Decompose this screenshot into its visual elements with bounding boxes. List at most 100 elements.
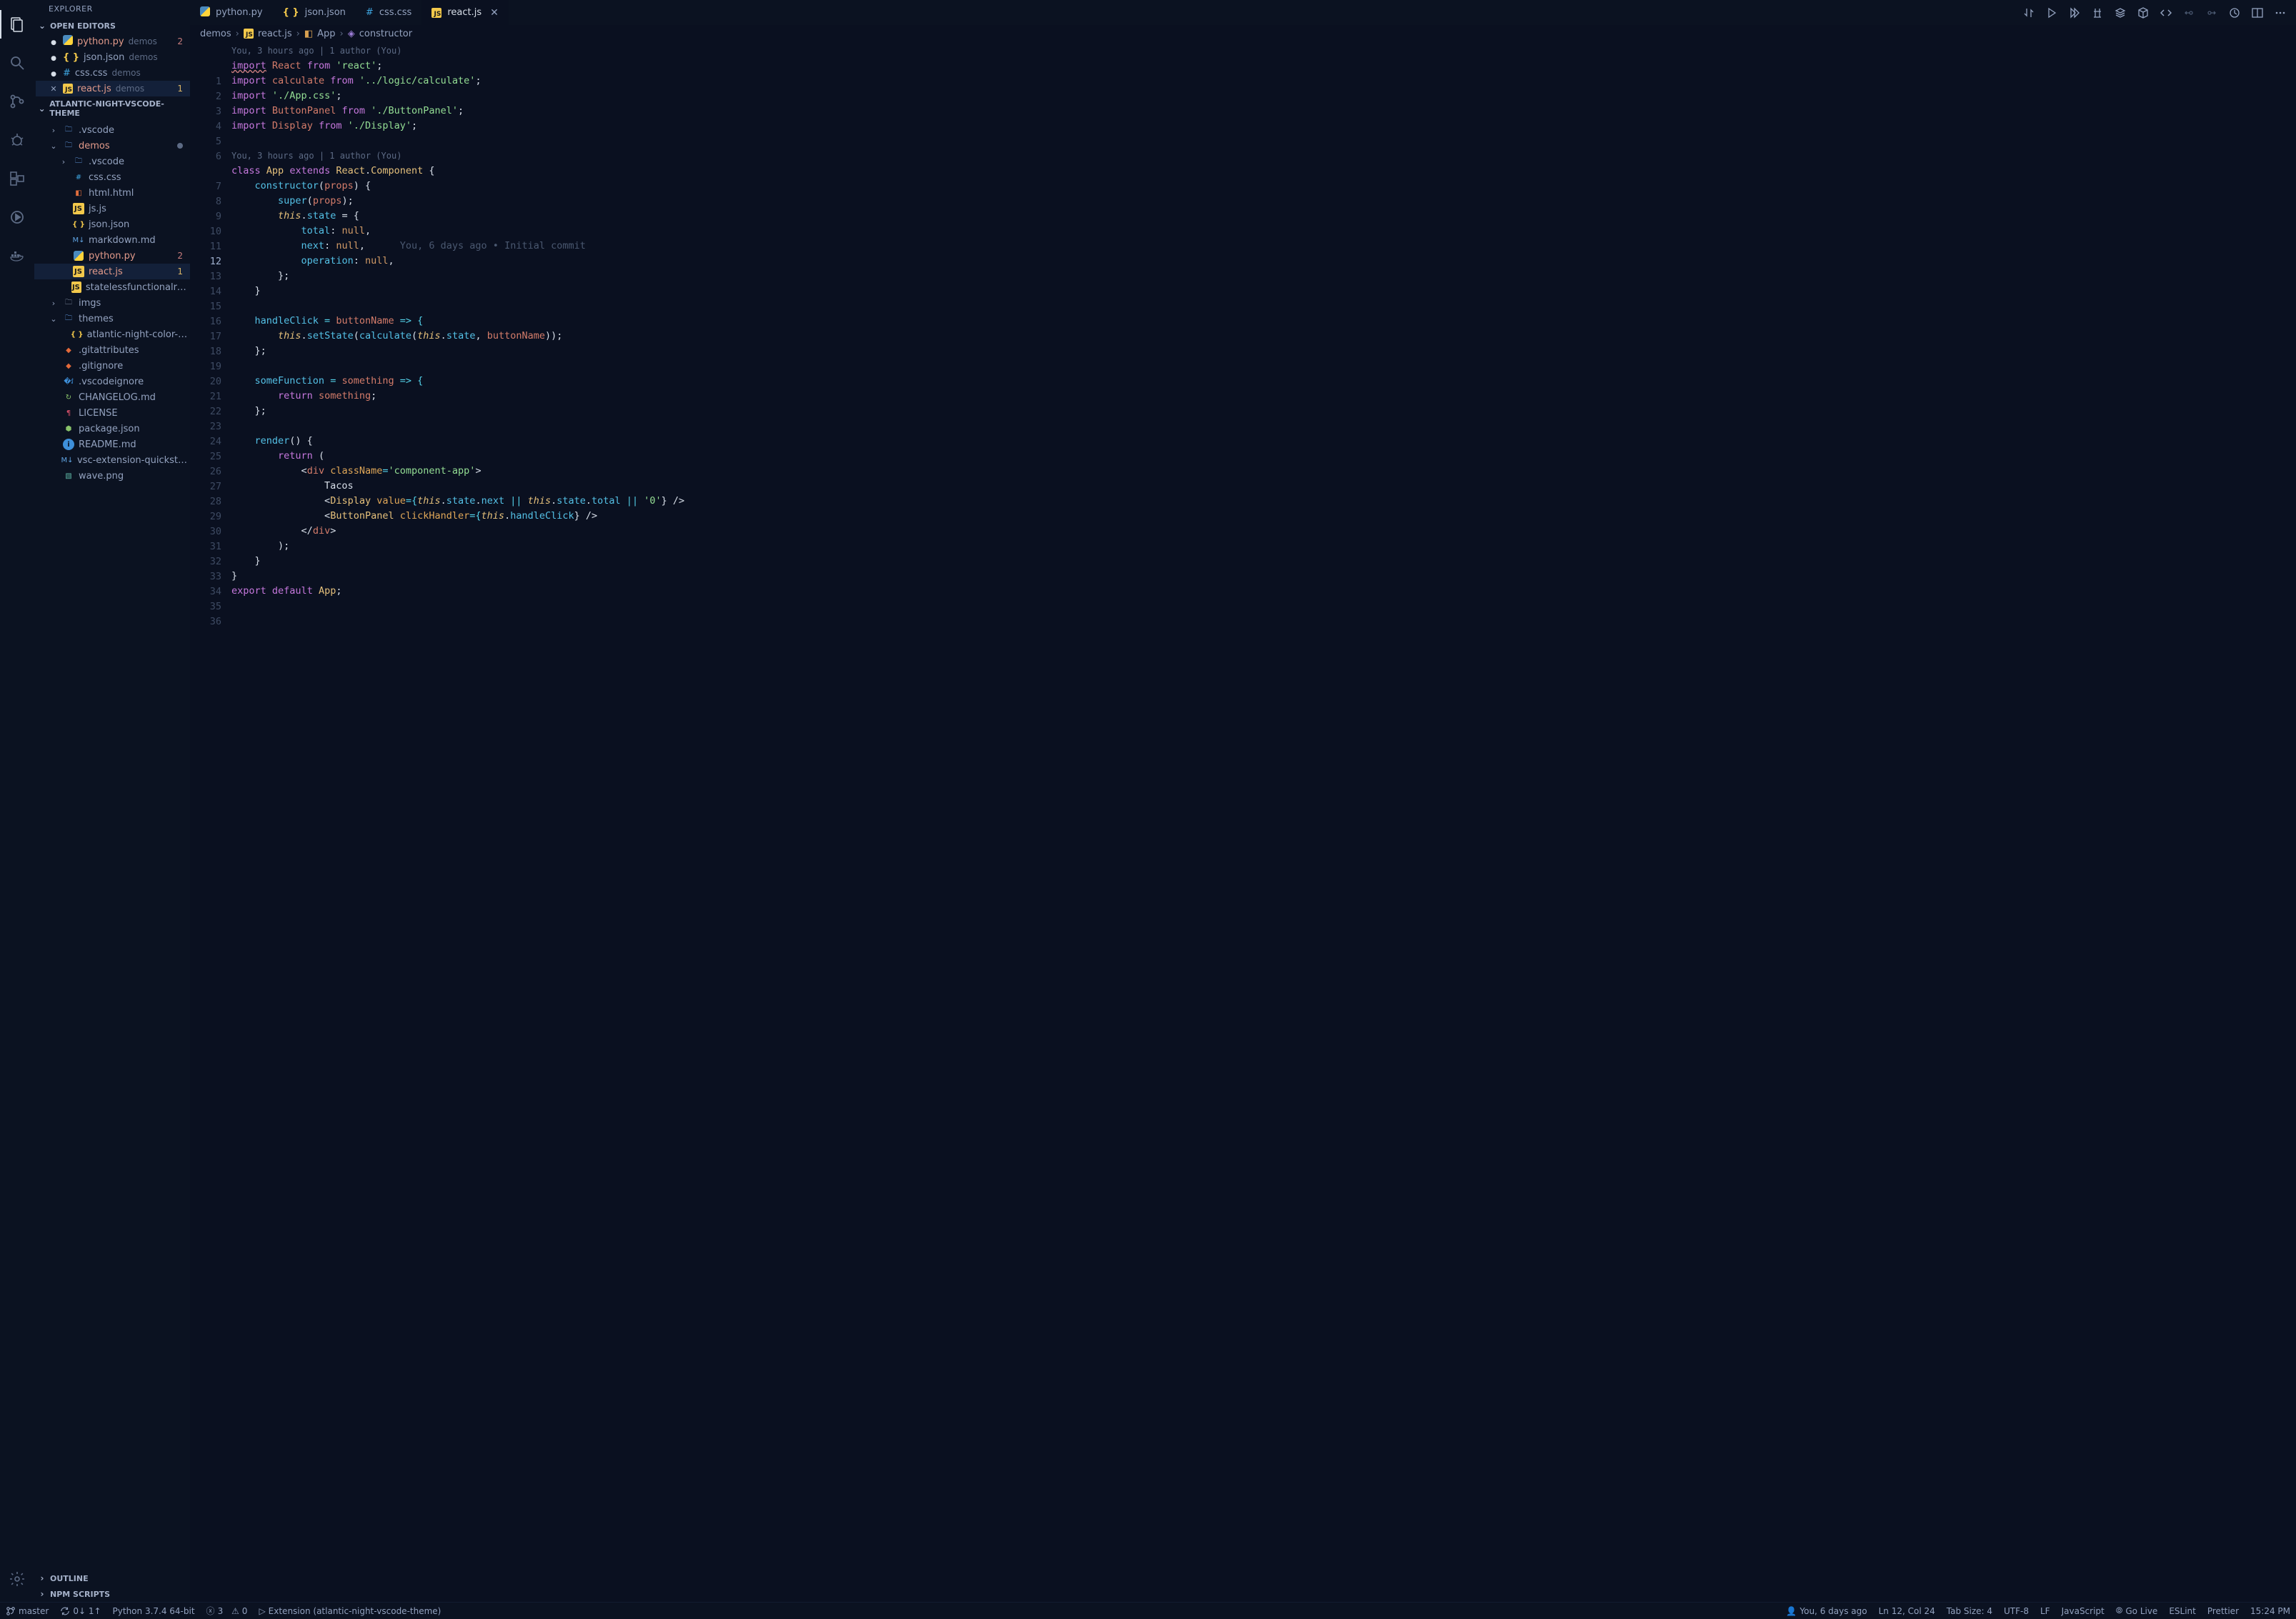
status-lang[interactable]: JavaScript [2056, 1606, 2110, 1616]
chevron-right-icon: › [59, 157, 69, 166]
tree-file[interactable]: ◧html.html [34, 185, 190, 201]
close-icon[interactable] [49, 68, 59, 79]
activity-docker-icon[interactable] [0, 239, 34, 273]
tree-file[interactable]: M↓vsc-extension-quickstart.md [34, 452, 190, 468]
open-editor-item[interactable]: python.py demos2 [36, 34, 190, 49]
tree-folder[interactable]: ›🗀imgs [34, 295, 190, 311]
npm-scripts-header[interactable]: ›NPM SCRIPTS [34, 1586, 190, 1602]
code-content[interactable]: You, 3 hours ago | 1 author (You)import … [231, 42, 2296, 1602]
breadcrumb-item[interactable]: react.js [258, 29, 292, 39]
code-lens[interactable]: You, 3 hours ago | 1 author (You) [231, 149, 2296, 164]
open-editor-item[interactable]: { }json.json demos [36, 49, 190, 65]
close-icon[interactable] [49, 36, 59, 47]
open-editor-item[interactable]: JSreact.js demos1 [36, 81, 190, 96]
tree-file[interactable]: JSstatelessfunctionalreact.js [34, 279, 190, 295]
prev-change-icon[interactable] [2180, 4, 2197, 21]
run-all-icon[interactable] [2066, 4, 2083, 21]
tree-file[interactable]: ¶LICENSE [34, 405, 190, 421]
activity-explorer-icon[interactable] [0, 7, 34, 41]
compare-changes-icon[interactable] [2020, 4, 2037, 21]
status-sync[interactable]: 0↓ 1↑ [54, 1606, 106, 1616]
code-lens[interactable]: You, 3 hours ago | 1 author (You) [231, 44, 2296, 59]
editor-tab[interactable]: python.py [190, 0, 273, 25]
open-editor-item[interactable]: #css.css demos [36, 65, 190, 81]
debug-icon: ▷ [259, 1606, 265, 1616]
tree-label: .gitignore [79, 361, 123, 372]
tree-label: .gitattributes [79, 345, 139, 356]
status-prettier[interactable]: Prettier [2202, 1606, 2245, 1616]
tree-file[interactable]: { }atlantic-night-color-them... [34, 327, 190, 342]
activity-debug-icon[interactable] [0, 123, 34, 157]
status-python[interactable]: Python 3.7.4 64-bit [107, 1606, 201, 1616]
modified-dot-icon [177, 143, 183, 149]
close-icon[interactable]: ✕ [490, 7, 499, 19]
status-golive[interactable]: ⦾Go Live [2110, 1605, 2164, 1616]
breadcrumb-item[interactable]: demos [200, 29, 231, 39]
folder-header[interactable]: ⌄ATLANTIC-NIGHT-VSCODE-THEME [34, 96, 190, 121]
status-problems[interactable]: ⓧ3 ⚠0 [201, 1605, 254, 1617]
status-encoding[interactable]: UTF-8 [1998, 1606, 2035, 1616]
tree-file[interactable]: #css.css [34, 169, 190, 185]
tree-folder[interactable]: ›🗀.vscode [34, 122, 190, 138]
tree-label: .vscodeignore [79, 377, 144, 387]
tree-file[interactable]: ↻CHANGELOG.md [34, 389, 190, 405]
sidebar: EXPLORER ⌄OPEN EDITORS python.py demos2{… [34, 0, 190, 1602]
tree-file[interactable]: { }json.json [34, 216, 190, 232]
activity-scm-icon[interactable] [0, 84, 34, 119]
status-extension[interactable]: ▷Extension (atlantic-night-vscode-theme) [253, 1606, 446, 1616]
activity-search-icon[interactable] [0, 46, 34, 80]
activity-extensions-icon[interactable] [0, 161, 34, 196]
tree-file[interactable]: �វ.vscodeignore [34, 374, 190, 389]
tree-folder[interactable]: ⌄🗀themes [34, 311, 190, 327]
tree-label: markdown.md [89, 235, 156, 246]
tree-file[interactable]: python.py2 [34, 248, 190, 264]
tree-file[interactable]: iREADME.md [34, 437, 190, 452]
revert-icon[interactable] [2226, 4, 2243, 21]
problem-badge: 2 [177, 36, 183, 46]
editor-tab[interactable]: #css.css [356, 0, 421, 25]
tree-file[interactable]: ◆.gitattributes [34, 342, 190, 358]
tree-folder[interactable]: ›🗀.vscode [34, 154, 190, 169]
close-icon[interactable] [49, 84, 59, 94]
status-clock[interactable]: 15:24 PM [2245, 1606, 2296, 1616]
tree-label: json.json [89, 219, 129, 230]
tree-label: .vscode [89, 156, 124, 167]
more-icon[interactable] [2272, 4, 2289, 21]
tab-label: python.py [216, 7, 263, 18]
status-eol[interactable]: LF [2035, 1606, 2056, 1616]
close-icon[interactable] [49, 52, 59, 63]
tab-label: react.js [447, 7, 481, 18]
cube-icon[interactable] [2135, 4, 2152, 21]
tree-file[interactable]: JSjs.js [34, 201, 190, 216]
tree-file[interactable]: JSreact.js1 [34, 264, 190, 279]
editor-tab[interactable]: { }json.json [273, 0, 356, 25]
activity-liveshare-icon[interactable] [0, 200, 34, 234]
open-editors-list: python.py demos2{ }json.json demos#css.c… [34, 34, 190, 96]
next-change-icon[interactable] [2203, 4, 2220, 21]
activity-settings-icon[interactable] [0, 1562, 34, 1596]
tree-file[interactable]: ⬢package.json [34, 421, 190, 437]
split-editor-icon[interactable] [2249, 4, 2266, 21]
keyboard-icon[interactable] [2089, 4, 2106, 21]
layers-icon[interactable] [2112, 4, 2129, 21]
breadcrumb-item[interactable]: constructor [359, 29, 412, 39]
tree-file[interactable]: ◆.gitignore [34, 358, 190, 374]
tree-file[interactable]: ▧wave.png [34, 468, 190, 484]
tree-folder[interactable]: ⌄🗀demos [34, 138, 190, 154]
status-blame[interactable]: 👤You, 6 days ago [1780, 1606, 1872, 1616]
file-dir: demos [129, 36, 157, 46]
status-position[interactable]: Ln 12, Col 24 [1873, 1606, 1941, 1616]
open-editors-header[interactable]: ⌄OPEN EDITORS [34, 18, 190, 34]
chevron-down-icon: ⌄ [37, 21, 47, 31]
status-tabsize[interactable]: Tab Size: 4 [1941, 1606, 1998, 1616]
editor-body[interactable]: 1234567891011121314151617181920212223242… [190, 42, 2296, 1602]
status-eslint[interactable]: ESLint [2163, 1606, 2202, 1616]
editor-tab[interactable]: JSreact.js✕ [421, 0, 509, 25]
run-icon[interactable] [2043, 4, 2060, 21]
status-branch[interactable]: master [0, 1606, 54, 1616]
outline-header[interactable]: ›OUTLINE [34, 1570, 190, 1586]
breadcrumb-item[interactable]: App [317, 29, 335, 39]
breadcrumbs[interactable]: demos› JSreact.js› ◧App› ◈constructor [190, 25, 2296, 42]
tree-file[interactable]: M↓markdown.md [34, 232, 190, 248]
code-icon[interactable] [2157, 4, 2175, 21]
